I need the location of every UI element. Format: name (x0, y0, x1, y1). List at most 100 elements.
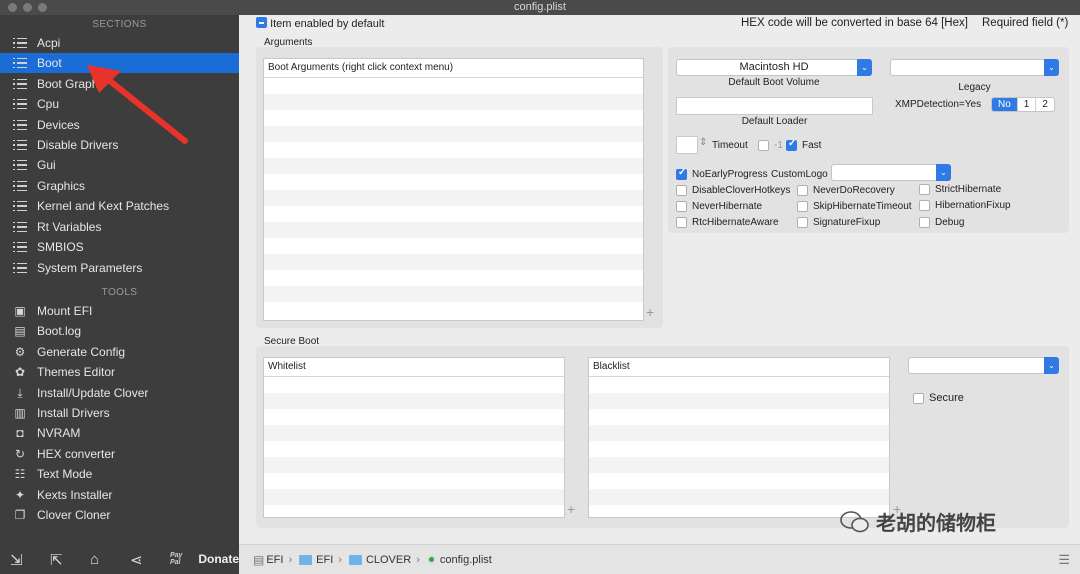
timeout-minus-one-option[interactable]: -1 (758, 140, 783, 151)
table-row[interactable] (589, 457, 889, 473)
tool-install-drivers[interactable]: ▥ Install Drivers (12, 403, 238, 423)
flag-checkbox[interactable] (919, 217, 930, 228)
path-file[interactable]: config.plist (440, 554, 492, 566)
flag-checkbox[interactable] (919, 200, 930, 211)
export-icon[interactable]: ⇱ (50, 551, 63, 569)
tool-clover-cloner[interactable]: ❐ Clover Cloner (12, 505, 238, 525)
path-segment[interactable]: EFI (316, 554, 333, 566)
table-row[interactable] (264, 142, 643, 158)
flag-checkbox[interactable] (676, 185, 687, 196)
add-argument-button[interactable]: + (646, 304, 654, 320)
table-row[interactable] (589, 393, 889, 409)
boot-arguments-column-header[interactable]: Boot Arguments (right click context menu… (264, 59, 643, 78)
legacy-popup[interactable]: ⌄ (890, 59, 1059, 76)
flag-never-hibernate[interactable]: NeverHibernate (676, 201, 762, 212)
table-row[interactable] (264, 409, 564, 425)
fast-option[interactable]: Fast (786, 138, 821, 151)
table-row[interactable] (589, 473, 889, 489)
sidebar-item-kernel-kext-patches[interactable]: Kernel and Kext Patches (12, 196, 238, 216)
table-row[interactable] (264, 174, 643, 190)
tool-generate-config[interactable]: ⚙ Generate Config (12, 342, 238, 362)
minus-one-checkbox[interactable] (758, 140, 769, 151)
tool-boot-log[interactable]: ▤ Boot.log (12, 321, 238, 341)
flag-disable-clover-hotkeys[interactable]: DisableCloverHotkeys (676, 185, 790, 196)
table-row[interactable] (264, 473, 564, 489)
xmp-option-1[interactable]: 1 (1018, 98, 1037, 111)
table-row[interactable] (264, 286, 643, 302)
table-row[interactable] (589, 409, 889, 425)
sidebar-item-smbios[interactable]: SMBIOS (12, 237, 238, 257)
table-row[interactable] (264, 254, 643, 270)
table-row[interactable] (264, 270, 643, 286)
path-segment[interactable]: EFI (266, 554, 283, 566)
sidebar-item-rt-variables[interactable]: Rt Variables (12, 217, 238, 237)
tool-hex-converter[interactable]: ↻ HEX converter (12, 444, 238, 464)
tool-install-update-clover[interactable]: ⤓ Install/Update Clover (12, 383, 238, 403)
donate-button[interactable]: Pay Pal Donate (170, 552, 239, 566)
tool-mount-efi[interactable]: ▣ Mount EFI (12, 301, 238, 321)
table-row[interactable] (264, 457, 564, 473)
table-row[interactable] (264, 158, 643, 174)
tool-kexts-installer[interactable]: ✦ Kexts Installer (12, 485, 238, 505)
table-row[interactable] (589, 425, 889, 441)
custom-logo-popup[interactable]: ⌄ (831, 164, 951, 181)
flag-strict-hibernate[interactable]: StrictHibernate (919, 184, 1001, 195)
fast-checkbox[interactable] (786, 138, 797, 151)
flag-checkbox[interactable] (797, 185, 808, 196)
sidebar-item-system-parameters[interactable]: System Parameters (12, 258, 238, 278)
table-row[interactable] (264, 94, 643, 110)
whitelist-table[interactable]: Whitelist (263, 357, 565, 518)
flag-signature-fixup[interactable]: SignatureFixup (797, 217, 880, 228)
table-row[interactable] (264, 206, 643, 222)
xmp-option-no[interactable]: No (992, 98, 1018, 111)
tool-nvram[interactable]: ◘ NVRAM (12, 423, 238, 443)
boot-arguments-table[interactable]: Boot Arguments (right click context menu… (263, 58, 644, 321)
flag-checkbox[interactable] (676, 217, 687, 228)
home-icon[interactable]: ⌂ (90, 551, 99, 568)
tool-text-mode[interactable]: ☷ Text Mode (12, 464, 238, 484)
add-whitelist-button[interactable]: + (567, 501, 575, 517)
item-enabled-toggle[interactable]: Item enabled by default (256, 17, 384, 30)
sidebar-item-acpi[interactable]: Acpi (12, 33, 238, 53)
blacklist-column-header[interactable]: Blacklist (589, 358, 889, 377)
flag-checkbox[interactable] (676, 201, 687, 212)
table-row[interactable] (264, 126, 643, 142)
timeout-stepper[interactable]: ⇕ (699, 137, 707, 148)
flag-never-do-recovery[interactable]: NeverDoRecovery (797, 185, 895, 196)
flag-no-early-progress[interactable]: NoEarlyProgress (676, 167, 768, 180)
sidebar-item-graphics[interactable]: Graphics (12, 176, 238, 196)
flag-checkbox[interactable] (797, 217, 808, 228)
flag-checkbox[interactable] (919, 184, 930, 195)
flag-checkbox[interactable] (797, 201, 808, 212)
table-row[interactable] (264, 441, 564, 457)
flag-hibernation-fixup[interactable]: HibernationFixup (919, 200, 1011, 211)
table-row[interactable] (589, 489, 889, 505)
blacklist-table[interactable]: Blacklist (588, 357, 890, 518)
table-row[interactable] (264, 489, 564, 505)
table-row[interactable] (264, 377, 564, 393)
table-row[interactable] (264, 238, 643, 254)
whitelist-column-header[interactable]: Whitelist (264, 358, 564, 377)
flag-skip-hibernate-timeout[interactable]: SkipHibernateTimeout (797, 201, 912, 212)
table-row[interactable] (264, 190, 643, 206)
flag-rtc-hibernate-aware[interactable]: RtcHibernateAware (676, 217, 779, 228)
default-boot-volume-popup[interactable]: Macintosh HD ⌄ (676, 59, 872, 76)
share-icon[interactable]: ⋖ (130, 551, 143, 569)
xmp-detection-segmented[interactable]: No 1 2 (991, 97, 1055, 112)
table-row[interactable] (264, 393, 564, 409)
import-icon[interactable]: ⇲ (10, 551, 23, 569)
table-row[interactable] (264, 110, 643, 126)
sidebar-item-gui[interactable]: Gui (12, 155, 238, 175)
secure-boot-policy-popup[interactable]: ⌄ (908, 357, 1059, 374)
menu-lines-icon[interactable]: ☰ (1058, 552, 1070, 568)
flag-checkbox[interactable] (676, 167, 687, 180)
table-row[interactable] (264, 222, 643, 238)
flag-debug[interactable]: Debug (919, 217, 964, 228)
secure-checkbox[interactable] (913, 392, 924, 404)
timeout-field[interactable] (676, 136, 698, 154)
table-row[interactable] (264, 425, 564, 441)
table-row[interactable] (589, 441, 889, 457)
tool-themes-editor[interactable]: ✿ Themes Editor (12, 362, 238, 382)
xmp-option-2[interactable]: 2 (1036, 98, 1054, 111)
default-loader-field[interactable] (676, 97, 873, 115)
